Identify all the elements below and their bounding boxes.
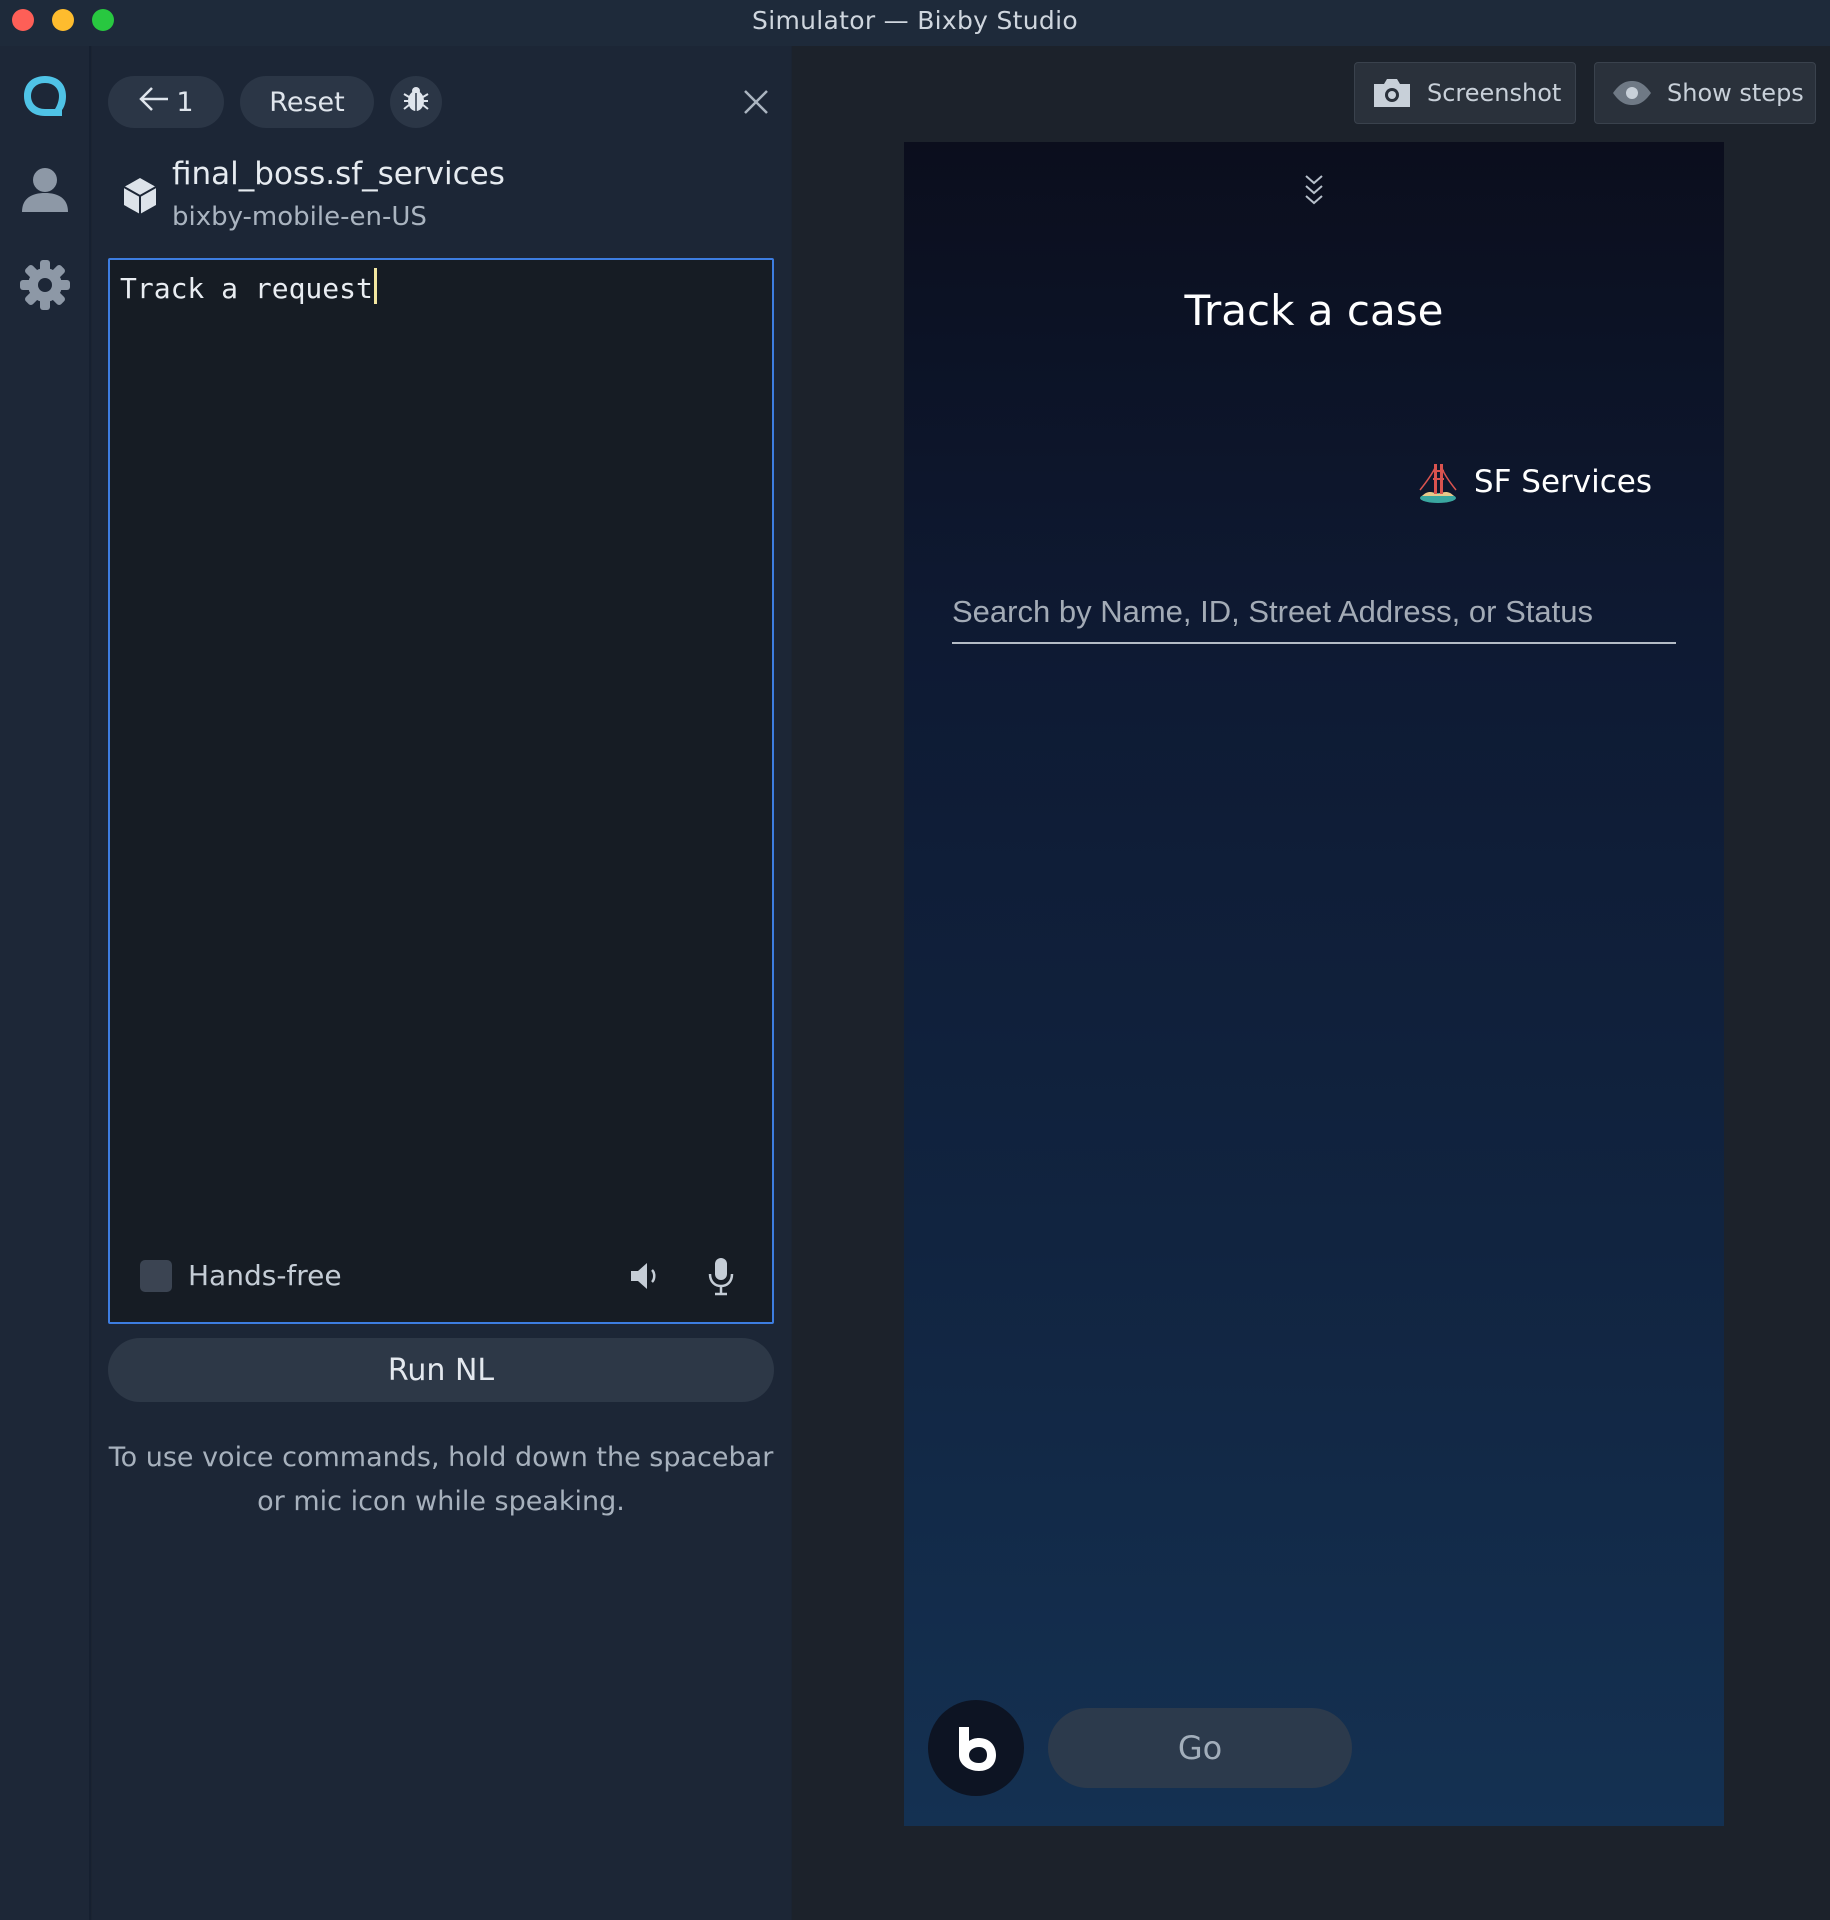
golden-gate-bridge-icon [1418,460,1458,504]
user-icon[interactable] [18,162,72,216]
text-caret [373,268,377,304]
device-screen: Track a case SF Services Search by Name,… [904,142,1724,1826]
back-button[interactable]: 1 [108,76,224,128]
capsule-name: final_boss.sf_services [172,156,505,192]
camera-icon [1374,79,1410,107]
search-field[interactable] [952,582,1676,644]
back-count: 1 [176,86,194,118]
debug-button[interactable] [390,76,442,128]
chevrons-down-icon[interactable] [1299,170,1329,210]
icon-rail [0,46,91,1920]
utterance-input[interactable]: Track a request [120,268,377,305]
capsule-cube-icon [122,176,158,216]
hands-free-label: Hands-free [188,1259,342,1292]
title-bar: Simulator — Bixby Studio [0,0,1830,46]
screenshot-button[interactable]: Screenshot [1354,62,1576,124]
run-nl-button[interactable]: Run NL [108,1338,774,1402]
speaker-icon[interactable] [628,1258,664,1294]
capsule-badge: SF Services [1418,460,1652,504]
hands-free-checkbox[interactable] [140,1260,172,1292]
voice-help-text: To use voice commands, hold down the spa… [108,1442,774,1517]
bug-icon [401,84,431,121]
capsule-target: bixby-mobile-en-US [172,202,427,232]
show-steps-button[interactable]: Show steps [1594,62,1816,124]
simulator-toolbar: 1 Reset [108,76,778,128]
go-button[interactable]: Go [1048,1708,1352,1788]
close-icon[interactable] [740,86,772,118]
show-steps-label: Show steps [1667,79,1804,107]
utterance-editor[interactable]: Track a request Hands-free [108,258,774,1324]
capsule-label: SF Services [1473,464,1652,500]
microphone-icon[interactable] [706,1256,736,1296]
device-preview-area: Screenshot Show steps Track a case SF Se… [792,46,1830,1920]
window-title: Simulator — Bixby Studio [752,6,1078,35]
reset-button[interactable]: Reset [240,76,374,128]
bixby-b-icon [959,1727,996,1771]
bixby-button[interactable] [928,1700,1024,1796]
simulator-input-panel: 1 Reset final_boss.sf_services bixby-mob… [92,46,791,1920]
screenshot-label: Screenshot [1427,79,1562,107]
screen-title: Track a case [1184,286,1444,335]
eye-icon [1613,81,1651,105]
search-input[interactable] [952,582,1676,642]
gear-icon[interactable] [18,258,72,312]
arrow-left-icon [138,85,170,120]
bixby-logo-icon[interactable] [18,70,72,124]
